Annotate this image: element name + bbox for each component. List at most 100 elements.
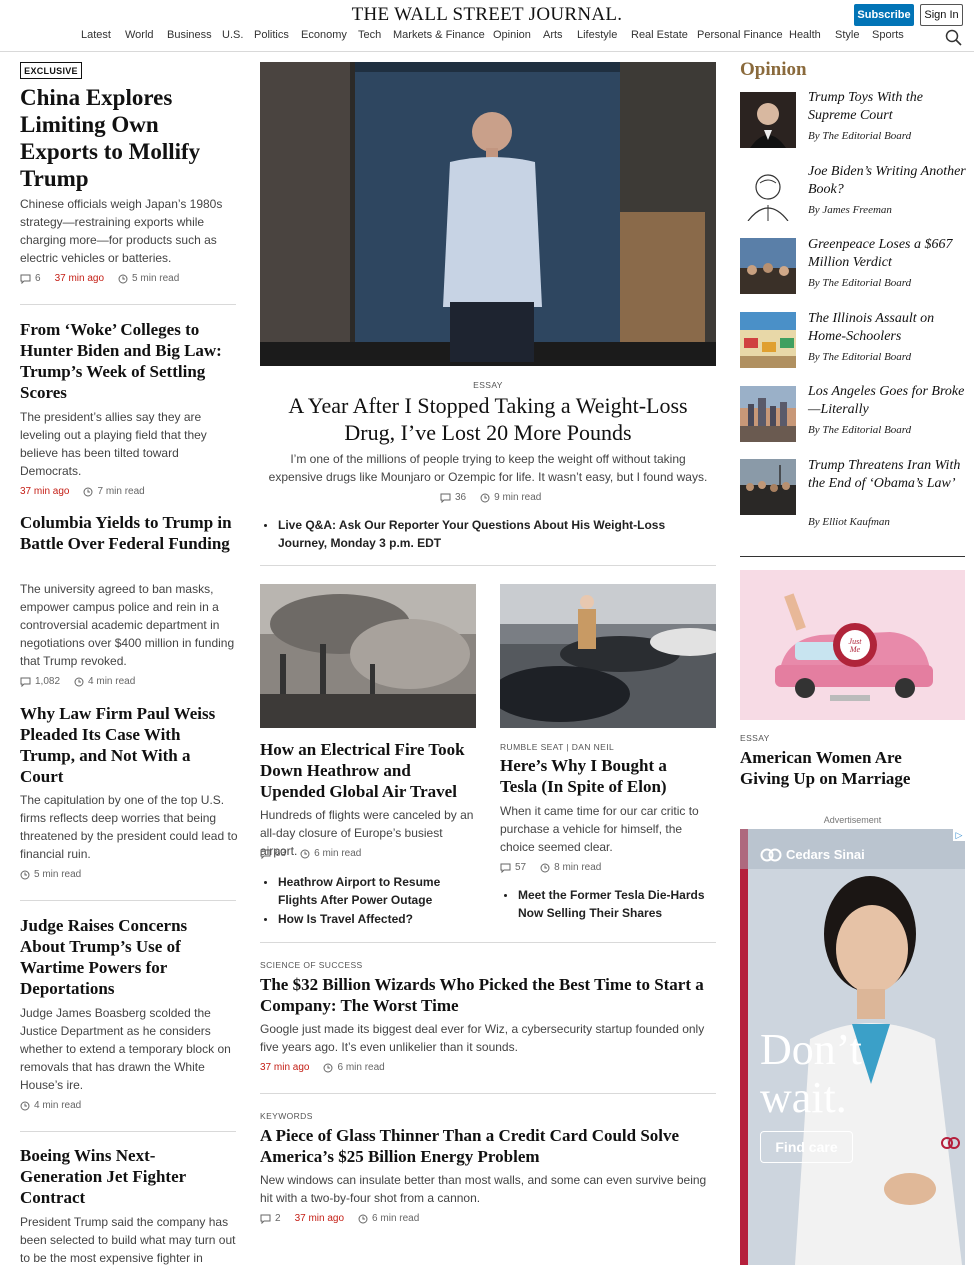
- glass-meta: 2 37 min ago 6 min read: [260, 1213, 419, 1224]
- headline-settling-scores[interactable]: From ‘Woke’ Colleges to Hunter Biden and…: [20, 319, 238, 403]
- glass-summary: New windows can insulate better than mos…: [260, 1173, 707, 1205]
- read-time: 5 min read: [132, 273, 180, 284]
- nav-arts[interactable]: Arts: [543, 29, 563, 41]
- summary-judge-boasberg: Judge James Boasberg scolded the Justice…: [20, 1006, 231, 1092]
- nav-opinion[interactable]: Opinion: [493, 29, 531, 41]
- tesla-meta: 57 8 min read: [500, 862, 601, 873]
- divider: [20, 1131, 236, 1132]
- read-time: 7 min read: [97, 486, 145, 497]
- opinion-byline: By Elliot Kaufman: [808, 516, 890, 528]
- opinion-thumb-supreme-court[interactable]: [740, 92, 796, 148]
- nav-markets[interactable]: Markets & Finance: [393, 29, 485, 41]
- meta-settling-scores: 37 min ago 7 min read: [20, 486, 145, 497]
- lead-headline[interactable]: A Year After I Stopped Taking a Weight-L…: [262, 392, 714, 446]
- nav-personal-finance[interactable]: Personal Finance: [697, 29, 783, 41]
- tesla-related-link[interactable]: Meet the Former Tesla Die-Hards Now Sell…: [504, 886, 714, 922]
- comment-count[interactable]: 1,082: [35, 676, 60, 687]
- tesla-photo[interactable]: [500, 584, 716, 728]
- glass-kicker: KEYWORDS: [260, 1111, 313, 1121]
- comment-icon: [500, 863, 511, 873]
- opinion-title-iran[interactable]: Trump Threatens Iran With the End of ‘Ob…: [808, 457, 968, 493]
- opinion-thumb-biden-book[interactable]: [740, 165, 796, 221]
- nav-health[interactable]: Health: [789, 29, 821, 41]
- heathrow-related-link-1[interactable]: Heathrow Airport to Resume Flights After…: [264, 873, 478, 909]
- comment-icon: [260, 849, 271, 859]
- tesla-kicker: RUMBLE SEAT | DAN NEIL: [500, 742, 615, 752]
- opinion-thumb-greenpeace[interactable]: [740, 238, 796, 294]
- comment-count[interactable]: 63: [275, 848, 286, 859]
- meta-paul-weiss: 5 min read: [20, 869, 81, 880]
- glass-headline[interactable]: A Piece of Glass Thinner Than a Credit C…: [260, 1125, 716, 1167]
- heathrow-headline[interactable]: How an Electrical Fire Took Down Heathro…: [260, 739, 476, 802]
- nav-real-estate[interactable]: Real Estate: [631, 29, 688, 41]
- opinion-byline: By The Editorial Board: [808, 424, 912, 436]
- divider: [20, 900, 236, 901]
- divider: [260, 942, 716, 943]
- lead-related-link[interactable]: Live Q&A: Ask Our Reporter Your Question…: [264, 516, 698, 552]
- headline-boeing[interactable]: Boeing Wins Next-Generation Jet Fighter …: [20, 1145, 205, 1208]
- exclusive-badge: EXCLUSIVE: [20, 62, 82, 79]
- opinion-thumb-iran[interactable]: [740, 459, 796, 515]
- clock-icon: [20, 870, 30, 879]
- nav-economy[interactable]: Economy: [301, 29, 347, 41]
- wiz-summary: Google just made its biggest deal ever f…: [260, 1022, 705, 1054]
- cedars-sinai-ad[interactable]: Cedars Sinai ▷ Don’t wait. Find care: [740, 829, 965, 1265]
- tesla-headline[interactable]: Here’s Why I Bought a Tesla (In Spite of…: [500, 755, 700, 797]
- opinion-title-los-angeles[interactable]: Los Angeles Goes for Broke—Literally: [808, 383, 968, 419]
- opinion-byline: By James Freeman: [808, 204, 892, 216]
- divider: [20, 304, 236, 305]
- comment-count[interactable]: 6: [35, 273, 41, 284]
- nav-tech[interactable]: Tech: [358, 29, 381, 41]
- clock-icon: [358, 1214, 368, 1223]
- comment-count[interactable]: 57: [515, 862, 526, 873]
- opinion-heading[interactable]: Opinion: [740, 59, 807, 81]
- opinion-title-biden-book[interactable]: Joe Biden’s Writing Another Book?: [808, 163, 968, 199]
- subscribe-button[interactable]: Subscribe: [854, 4, 914, 26]
- summary-china-exports: Chinese officials weigh Japan’s 1980s st…: [20, 197, 223, 265]
- nav-lifestyle[interactable]: Lifestyle: [577, 29, 617, 41]
- opinion-thumb-los-angeles[interactable]: [740, 386, 796, 442]
- opinion-title-greenpeace[interactable]: Greenpeace Loses a $667 Million Verdict: [808, 236, 968, 272]
- wiz-headline[interactable]: The $32 Billion Wizards Who Picked the B…: [260, 974, 710, 1016]
- heathrow-photo[interactable]: [260, 584, 476, 728]
- lead-kicker: ESSAY: [473, 380, 503, 390]
- headline-columbia[interactable]: Columbia Yields to Trump in Battle Over …: [20, 512, 235, 554]
- nav-business[interactable]: Business: [167, 29, 212, 41]
- clock-icon: [540, 863, 550, 872]
- nav-us[interactable]: U.S.: [222, 29, 243, 41]
- headline-paul-weiss[interactable]: Why Law Firm Paul Weiss Pleaded Its Case…: [20, 703, 238, 787]
- clock-icon: [20, 1101, 30, 1110]
- opinion-thumb-home-schoolers[interactable]: [740, 312, 796, 368]
- nav-politics[interactable]: Politics: [254, 29, 289, 41]
- ad-corner-icon[interactable]: ▷: [953, 829, 965, 841]
- marriage-headline[interactable]: American Women Are Giving Up on Marriage: [740, 747, 950, 789]
- comment-icon: [20, 274, 31, 284]
- read-time: 9 min read: [494, 492, 542, 503]
- marriage-essay-illustration[interactable]: Just Me: [740, 570, 965, 720]
- opinion-title-supreme-court[interactable]: Trump Toys With the Supreme Court: [808, 89, 968, 125]
- nav-world[interactable]: World: [125, 29, 154, 41]
- find-care-button[interactable]: Find care: [760, 1131, 853, 1163]
- opinion-byline: By The Editorial Board: [808, 351, 912, 363]
- ad-brand: Cedars Sinai: [786, 847, 865, 862]
- summary-paul-weiss: The capitulation by one of the top U.S. …: [20, 793, 238, 861]
- search-icon[interactable]: [945, 29, 962, 46]
- lead-photo[interactable]: [260, 62, 716, 366]
- read-time: 8 min read: [554, 862, 602, 873]
- sign-in-button[interactable]: Sign In: [920, 4, 963, 26]
- comment-count[interactable]: 36: [455, 492, 466, 503]
- headline-judge-boasberg[interactable]: Judge Raises Concerns About Trump’s Use …: [20, 915, 220, 999]
- clock-icon: [118, 274, 128, 283]
- meta-columbia: 1,082 4 min read: [20, 676, 135, 687]
- read-time: 5 min read: [34, 869, 82, 880]
- comment-icon: [260, 1214, 271, 1224]
- nav-style[interactable]: Style: [835, 29, 859, 41]
- heathrow-related-link-2[interactable]: How Is Travel Affected?: [264, 910, 478, 928]
- nav-sports[interactable]: Sports: [872, 29, 904, 41]
- headline-china-exports[interactable]: China Explores Limiting Own Exports to M…: [20, 84, 235, 192]
- opinion-title-home-schoolers[interactable]: The Illinois Assault on Home-Schoolers: [808, 310, 968, 346]
- summary-boeing: President Trump said the company has bee…: [20, 1215, 236, 1265]
- comment-count[interactable]: 2: [275, 1213, 281, 1224]
- nav-latest[interactable]: Latest: [81, 29, 111, 41]
- wsj-logo[interactable]: THE WALL STREET JOURNAL.: [0, 4, 974, 26]
